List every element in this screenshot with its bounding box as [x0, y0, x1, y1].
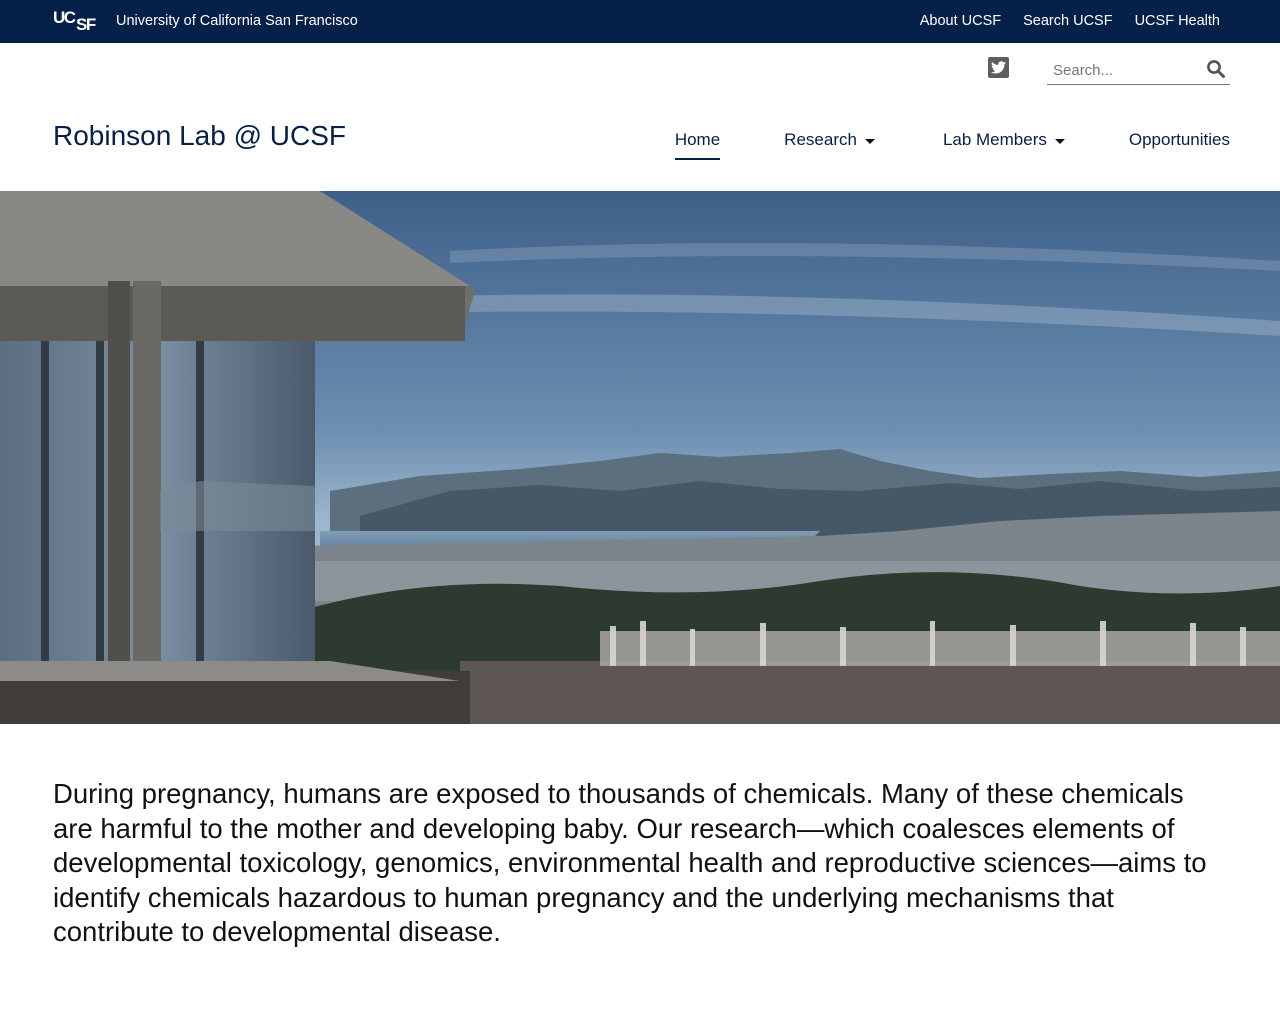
- site-title[interactable]: Robinson Lab @ UCSF: [53, 120, 346, 152]
- ucsf-logo[interactable]: UC SF: [53, 8, 103, 34]
- nav-item-lab-members[interactable]: Lab Members: [943, 130, 1065, 160]
- main-nav: Home Research Lab Members Opportunities: [674, 130, 1230, 160]
- top-links: About UCSF Search UCSF UCSF Health: [920, 13, 1220, 29]
- about-ucsf-link[interactable]: About UCSF: [920, 13, 1001, 29]
- caret-down-icon: [1054, 138, 1065, 144]
- hero-image: [0, 191, 1280, 724]
- ucsf-health-link[interactable]: UCSF Health: [1135, 13, 1220, 29]
- search-input[interactable]: [1047, 59, 1197, 81]
- logo-text-uc: UC: [53, 8, 76, 27]
- caret-down-icon: [864, 138, 875, 144]
- nav-item-label: Opportunities: [1128, 130, 1230, 149]
- search-icon[interactable]: [1206, 59, 1226, 79]
- university-name-link[interactable]: University of California San Francisco: [116, 13, 358, 29]
- twitter-icon[interactable]: [988, 57, 1009, 78]
- logo-text-sf: SF: [76, 15, 96, 34]
- nav-item-label: Home: [674, 130, 721, 149]
- university-top-bar: UC SF University of California San Franc…: [0, 0, 1280, 43]
- nav-item-label: Research: [784, 130, 857, 149]
- site-search: [1047, 55, 1230, 85]
- nav-item-label: Lab Members: [942, 130, 1047, 149]
- nav-item-home[interactable]: Home: [674, 130, 721, 160]
- search-ucsf-link[interactable]: Search UCSF: [1023, 13, 1112, 29]
- nav-item-opportunities[interactable]: Opportunities: [1129, 130, 1230, 160]
- nav-item-research[interactable]: Research: [784, 130, 875, 160]
- intro-paragraph: During pregnancy, humans are exposed to …: [53, 778, 1207, 947]
